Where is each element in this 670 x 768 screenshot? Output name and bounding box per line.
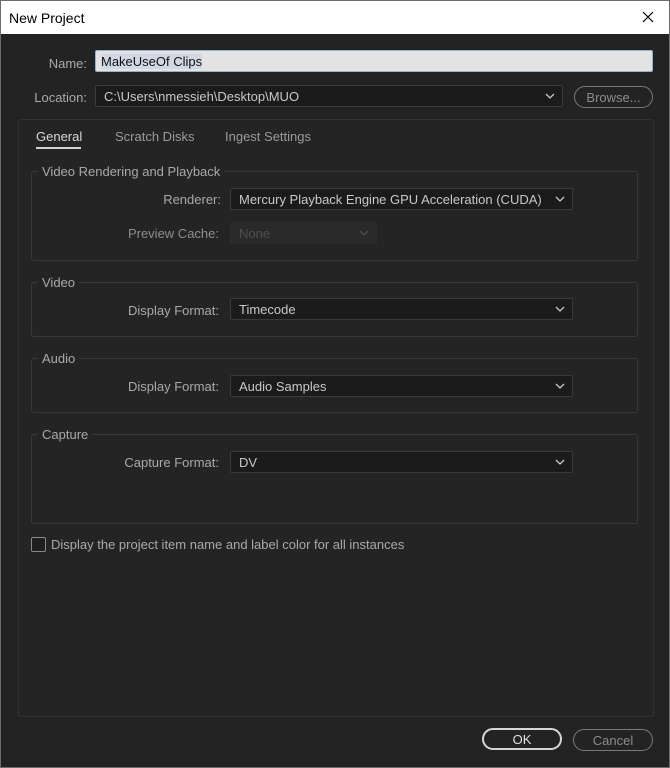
capture-format-dropdown[interactable]: DV — [230, 451, 573, 473]
dialog-title: New Project — [9, 10, 85, 26]
tab-ingest-settings[interactable]: Ingest Settings — [225, 129, 311, 144]
tab-scratch-disks[interactable]: Scratch Disks — [115, 129, 194, 144]
name-label: Name: — [48, 56, 87, 71]
renderer-label: Renderer: — [163, 192, 221, 207]
chevron-down-icon — [555, 459, 565, 465]
name-input-value: MakeUseOf Clips — [101, 54, 203, 69]
location-value: C:\Users\nmessieh\Desktop\MUO — [104, 89, 300, 104]
audio-title: Audio — [38, 351, 80, 366]
location-dropdown[interactable]: C:\Users\nmessieh\Desktop\MUO — [95, 85, 563, 107]
video-rendering-title: Video Rendering and Playback — [38, 164, 225, 179]
renderer-value: Mercury Playback Engine GPU Acceleration… — [239, 192, 542, 207]
audio-display-format-value: Audio Samples — [239, 379, 327, 394]
chevron-down-icon — [545, 93, 555, 99]
new-project-dialog: New Project Name: MakeUseOf Clips Locati… — [0, 0, 670, 768]
ok-button[interactable]: OK — [482, 728, 562, 750]
video-title: Video — [38, 275, 80, 290]
close-icon — [642, 11, 654, 23]
preview-cache-dropdown[interactable]: None — [230, 222, 377, 244]
capture-title: Capture — [38, 427, 93, 442]
title-bar: New Project — [1, 1, 669, 34]
audio-display-format-dropdown[interactable]: Audio Samples — [230, 375, 573, 397]
renderer-dropdown[interactable]: Mercury Playback Engine GPU Acceleration… — [230, 188, 573, 210]
chevron-down-icon — [555, 306, 565, 312]
display-item-checkbox[interactable] — [31, 537, 46, 552]
tab-general[interactable]: General — [36, 129, 82, 144]
preview-cache-label: Preview Cache: — [127, 226, 219, 241]
capture-group — [31, 434, 638, 524]
close-button[interactable] — [637, 6, 659, 28]
chevron-down-icon — [359, 230, 369, 236]
active-tab-indicator — [36, 147, 81, 149]
chevron-down-icon — [555, 383, 565, 389]
video-display-format-value: Timecode — [239, 302, 296, 317]
location-label: Location: — [34, 90, 87, 105]
preview-cache-value: None — [239, 226, 271, 241]
video-display-format-dropdown[interactable]: Timecode — [230, 298, 573, 320]
display-item-checkbox-label: Display the project item name and label … — [51, 537, 405, 552]
audio-display-format-label: Display Format: — [127, 379, 219, 394]
name-input[interactable]: MakeUseOf Clips — [95, 50, 653, 72]
video-display-format-label: Display Format: — [127, 303, 219, 318]
capture-format-value: DV — [239, 455, 258, 470]
cancel-button[interactable]: Cancel — [573, 729, 653, 751]
capture-format-label: Capture Format: — [124, 455, 219, 470]
chevron-down-icon — [555, 196, 565, 202]
browse-button[interactable]: Browse... — [574, 86, 653, 108]
video-rendering-group — [31, 171, 638, 261]
